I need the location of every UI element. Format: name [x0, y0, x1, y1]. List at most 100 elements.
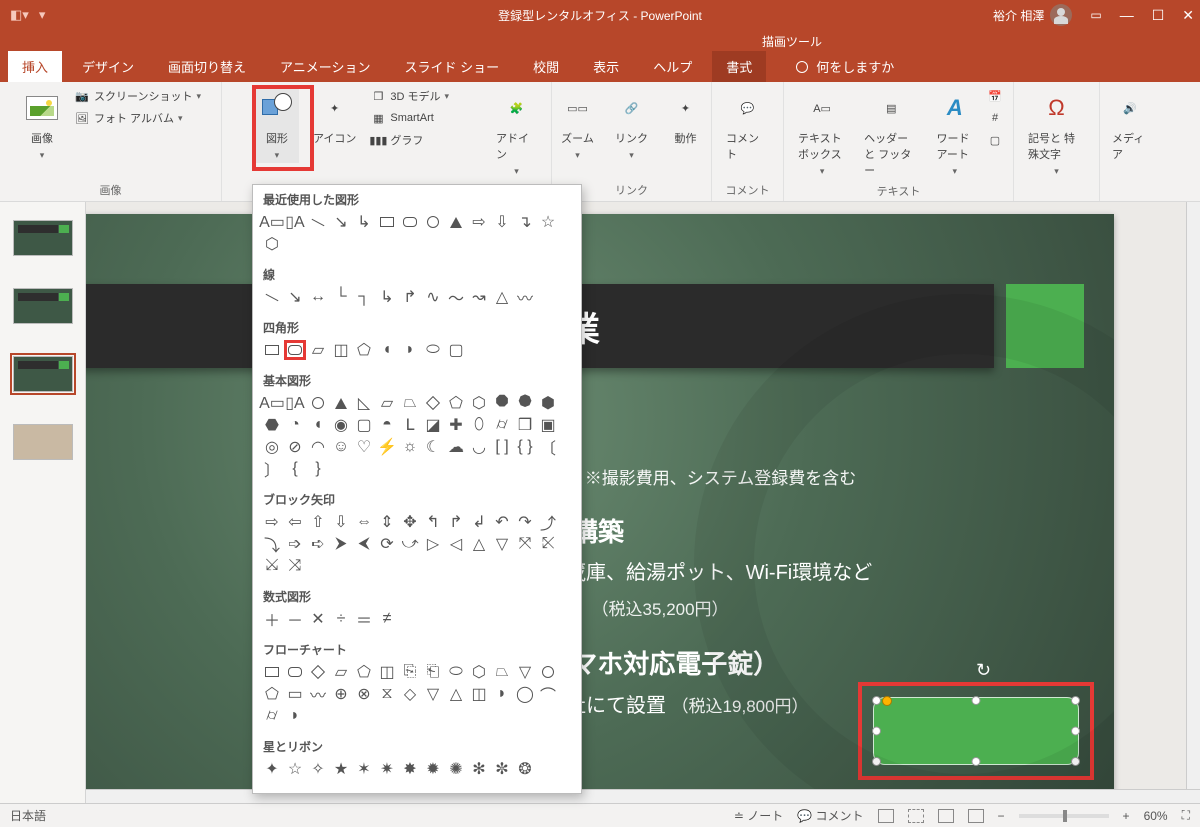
a-u2[interactable]: ↷	[514, 512, 536, 532]
b-chord[interactable]: ◖	[307, 415, 329, 435]
shapes-button[interactable]: 図形 ▾	[255, 88, 299, 163]
f-mdoc[interactable]: ⎗	[422, 662, 444, 682]
slide-number-button[interactable]: #	[987, 110, 1003, 126]
b-txt1[interactable]: A▭	[261, 393, 283, 413]
resize-handle[interactable]	[1071, 757, 1080, 766]
a-call4[interactable]: ▽	[491, 534, 513, 554]
shape-line-a[interactable]	[261, 287, 283, 307]
resize-handle[interactable]	[1071, 727, 1080, 736]
f-off[interactable]: ⬠	[261, 684, 283, 704]
a-call3[interactable]: △	[468, 534, 490, 554]
shape-connector[interactable]: ↳	[353, 212, 375, 232]
thumbnails-pane[interactable]	[0, 202, 86, 803]
zoom-in-button[interactable]: +	[1123, 809, 1130, 823]
shape-arrow-down-r[interactable]: ⇩	[491, 212, 513, 232]
b-brkt2[interactable]: { }	[514, 437, 536, 457]
close-button[interactable]: ✕	[1182, 7, 1194, 24]
a-lr[interactable]: ⇔	[353, 512, 375, 532]
b-hex[interactable]: ⬡	[468, 393, 490, 413]
s-e2[interactable]: ☆	[284, 759, 306, 779]
zoom-button[interactable]: ▭▭ ズーム▾	[556, 88, 600, 163]
zoom-level[interactable]: 60%	[1144, 809, 1168, 823]
f-conn[interactable]	[537, 662, 559, 682]
f-del[interactable]: ◗	[491, 684, 513, 704]
shape-elbow3[interactable]: ↳	[376, 287, 398, 307]
s-5[interactable]: ★	[330, 759, 352, 779]
slide-thumb-2[interactable]	[13, 288, 73, 324]
s-12[interactable]: ✺	[445, 759, 467, 779]
s-8[interactable]: ✸	[399, 759, 421, 779]
f-card[interactable]: ▭	[284, 684, 306, 704]
b-arcblk[interactable]: ◡	[468, 437, 490, 457]
b-sun[interactable]: ☼	[399, 437, 421, 457]
s-4[interactable]: ✧	[307, 759, 329, 779]
b-trap[interactable]: ⏢	[399, 393, 421, 413]
a-quad[interactable]: ✥	[399, 512, 421, 532]
shape-line1[interactable]	[307, 212, 329, 232]
resize-handle[interactable]	[972, 757, 981, 766]
a-d[interactable]: ⇩	[330, 512, 352, 532]
wordart-button[interactable]: A ワード アート▾	[933, 88, 977, 179]
date-button[interactable]: 📅	[987, 88, 1003, 104]
b-tear[interactable]: ◉	[330, 415, 352, 435]
vertical-scrollbar[interactable]	[1186, 202, 1200, 789]
f-man2[interactable]: ▽	[514, 662, 536, 682]
b-brkt3[interactable]: 〔	[537, 437, 559, 457]
eq-neq[interactable]: ≠	[376, 609, 398, 629]
ribbon-display-options[interactable]: ▭	[1090, 8, 1101, 22]
b-l[interactable]: 𝖫	[399, 415, 421, 435]
maximize-button[interactable]: ☐	[1152, 7, 1165, 24]
f-tape[interactable]: 〰	[307, 684, 329, 704]
a-u1[interactable]: ↶	[491, 512, 513, 532]
b-noentry[interactable]: ⊘	[284, 437, 306, 457]
a-u[interactable]: ⇧	[307, 512, 329, 532]
b-donut[interactable]: ◎	[261, 437, 283, 457]
b-plaque[interactable]: ⬯	[468, 415, 490, 435]
fit-to-window-button[interactable]: ⛶	[1182, 808, 1190, 823]
f-sort[interactable]: ◇	[399, 684, 421, 704]
view-normal-button[interactable]	[878, 809, 894, 823]
shape-textbox[interactable]: A▭	[261, 212, 283, 232]
slide-thumb-3[interactable]	[13, 356, 73, 392]
media-button[interactable]: 🔊 メディア	[1108, 88, 1152, 164]
account-button[interactable]: 裕介 相澤	[993, 4, 1072, 26]
a-l[interactable]: ⇦	[284, 512, 306, 532]
a-cir[interactable]: ⟳	[376, 534, 398, 554]
shape-connector2[interactable]: ↴	[514, 212, 536, 232]
shape-line-c[interactable]: ↔	[307, 287, 329, 307]
b-bolt[interactable]: ⚡	[376, 437, 398, 457]
a-u4[interactable]: ⤵	[261, 534, 283, 554]
shape-curve1[interactable]: ∿	[422, 287, 444, 307]
tab-view[interactable]: 表示	[579, 51, 633, 82]
object-button[interactable]: ▢	[987, 132, 1003, 148]
b-cloud[interactable]: ☁	[445, 437, 467, 457]
f-doc[interactable]: ⎘	[399, 662, 421, 682]
b-hept[interactable]: ⯃	[491, 393, 513, 413]
tell-me-box[interactable]: 何をしますか	[784, 51, 906, 82]
shape-rounded-rect[interactable]	[284, 340, 306, 360]
shape-round-all[interactable]: ▢	[445, 340, 467, 360]
qat-overflow[interactable]: ▾	[39, 7, 46, 23]
f-mrg[interactable]: △	[445, 684, 467, 704]
shape-round1[interactable]: ◖	[376, 340, 398, 360]
pictures-button[interactable]: 画像 ▾	[20, 88, 64, 163]
shape-rect-sharp[interactable]	[261, 340, 283, 360]
resize-handle[interactable]	[972, 696, 981, 705]
b-oval[interactable]	[307, 393, 329, 413]
shape-line-arrow[interactable]: ↘	[330, 212, 352, 232]
slide-thumb-4[interactable]	[13, 424, 73, 460]
view-sorter-button[interactable]	[908, 809, 924, 823]
s-e1[interactable]: ✦	[261, 759, 283, 779]
a-r[interactable]: ⇨	[261, 512, 283, 532]
f-or[interactable]: ⊗	[353, 684, 375, 704]
a-str1[interactable]: ➩	[284, 534, 306, 554]
b-can[interactable]: ⌭	[491, 415, 513, 435]
shape-circle-r[interactable]	[422, 212, 444, 232]
tab-format[interactable]: 書式	[712, 51, 766, 82]
a-chv[interactable]: ⮜	[353, 534, 375, 554]
b-moon[interactable]: ☾	[422, 437, 444, 457]
resize-handle[interactable]	[872, 727, 881, 736]
shape-star-r[interactable]: ☆	[537, 212, 559, 232]
zoom-slider[interactable]	[1019, 814, 1109, 818]
shape-free1[interactable]: △	[491, 287, 513, 307]
